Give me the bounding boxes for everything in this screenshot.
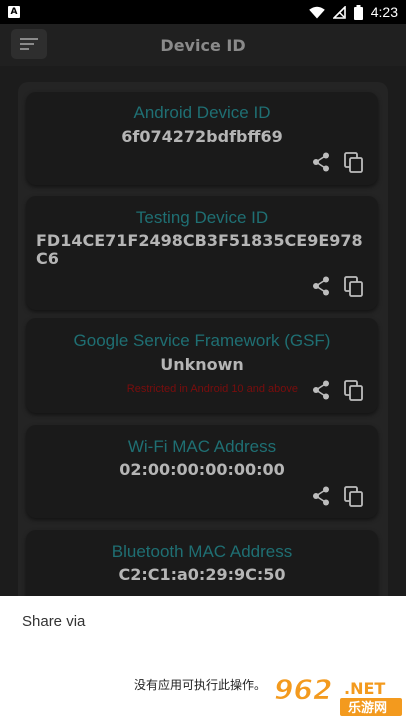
watermark-cn: 乐游网 [348,700,387,716]
copy-icon [343,275,363,297]
share-sheet-title: Share via [22,613,86,630]
card-value: C2:C1:a0:29:9C:50 [118,565,286,584]
card-label: Testing Device ID [135,208,269,227]
card-wifi-mac: Wi-Fi MAC Address 02:00:00:00:00:00 [26,425,378,518]
share-sheet-empty-message: 没有应用可执行此操作。 [134,678,267,692]
wifi-icon [308,6,325,18]
status-time: 4:23 [370,4,398,20]
card-label: Wi-Fi MAC Address [127,437,277,456]
card-value: 6f074272bdfbff69 [121,127,283,146]
card-value: Unknown [160,355,244,374]
copy-button[interactable] [342,379,364,401]
card-label: Android Device ID [133,103,271,122]
menu-icon [20,38,38,50]
share-button[interactable] [310,379,332,401]
restriction-note: Restricted in Android 10 and above [126,383,298,395]
card-label: Bluetooth MAC Address [111,542,293,561]
watermark-suffix: .NET [344,679,385,698]
card-testing-device-id: Testing Device ID FD14CE71F2498CB3F51835… [26,196,378,310]
copy-button[interactable] [342,275,364,297]
copy-button[interactable] [342,485,364,507]
page-title: Device ID [160,35,246,55]
share-icon [313,276,329,296]
watermark-logo: 962 .NET 乐游网 [274,673,402,716]
card-gsf: Google Service Framework (GSF) Unknown R… [26,318,378,413]
copy-icon [343,151,363,173]
app-bar: Device ID [0,24,406,66]
menu-button[interactable] [11,29,47,59]
share-button[interactable] [310,485,332,507]
status-bar: A 4:23 [0,0,406,24]
copy-button[interactable] [342,151,364,173]
share-button[interactable] [310,275,332,297]
notification-a-icon: A [8,6,20,18]
copy-icon [343,379,363,401]
screen: A 4:23 Device ID Android Device ID 6f074… [0,0,406,721]
share-icon [313,486,329,506]
signal-no-sim-icon [332,5,346,19]
share-button[interactable] [310,151,332,173]
card-android-device-id: Android Device ID 6f074272bdfbff69 [26,92,378,185]
card-value: FD14CE71F2498CB3F51835CE9E978C6 [36,231,363,268]
battery-icon [353,4,363,20]
share-icon [313,152,329,172]
watermark-number: 962 [274,673,332,706]
card-value: 02:00:00:00:00:00 [119,460,285,479]
card-label: Google Service Framework (GSF) [73,331,331,350]
share-icon [313,380,329,400]
copy-icon [343,485,363,507]
